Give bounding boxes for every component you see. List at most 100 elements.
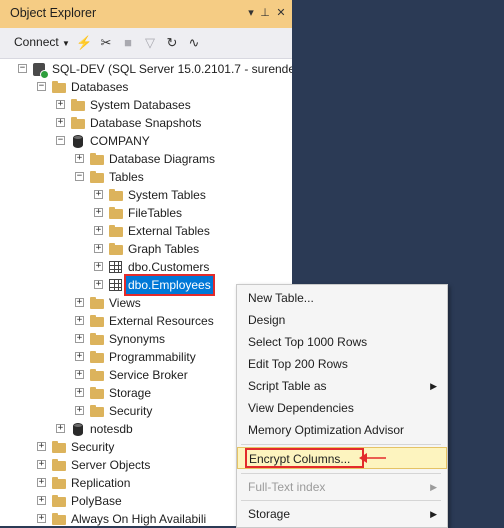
folder-icon	[89, 350, 105, 364]
menu-item-design[interactable]: Design	[237, 309, 447, 331]
expand-icon[interactable]: +	[37, 496, 46, 505]
folder-icon	[89, 152, 105, 166]
expand-icon[interactable]: +	[75, 334, 84, 343]
stop-icon[interactable]: ■	[120, 34, 136, 52]
collapse-icon[interactable]: −	[18, 64, 27, 73]
close-icon[interactable]: ✕	[274, 6, 288, 19]
menu-item-label: View Dependencies	[248, 401, 354, 415]
tree-node-label: External Resources	[109, 314, 214, 328]
tree-node-label: Database Snapshots	[90, 116, 202, 130]
menu-item-edit-top[interactable]: Edit Top 200 Rows	[237, 353, 447, 375]
tree-node-label: Views	[109, 296, 141, 310]
expand-icon[interactable]: +	[94, 244, 103, 253]
submenu-arrow-icon: ▶	[430, 482, 437, 492]
tree-node-label: Databases	[71, 80, 129, 94]
menu-item-label: Full-Text index	[248, 480, 326, 494]
expand-icon[interactable]: +	[75, 388, 84, 397]
expand-icon[interactable]: +	[94, 262, 103, 271]
tree-node-label: FileTables	[128, 206, 183, 220]
tree-node-label: Security	[109, 404, 153, 418]
database-icon	[70, 134, 86, 148]
tree-node-label: Storage	[109, 386, 152, 400]
context-menu: New Table... Design Select Top 1000 Rows…	[236, 284, 448, 528]
expand-icon[interactable]: +	[75, 316, 84, 325]
tree-node-label: Server Objects	[71, 458, 151, 472]
collapse-icon[interactable]: −	[56, 136, 65, 145]
menu-separator	[241, 473, 441, 474]
folder-icon	[51, 476, 67, 490]
expand-icon[interactable]: +	[75, 298, 84, 307]
menu-item-label: Design	[248, 313, 286, 327]
object-explorer-titlebar: Object Explorer ▾ ⊥ ✕	[0, 0, 292, 28]
menu-item-new-table[interactable]: New Table...	[237, 287, 447, 309]
expand-icon[interactable]: +	[75, 406, 84, 415]
annotation-arrow-icon	[359, 453, 386, 463]
expand-icon[interactable]: +	[37, 514, 46, 523]
expand-icon[interactable]: +	[37, 442, 46, 451]
menu-item-memory-optimization[interactable]: Memory Optimization Advisor	[237, 419, 447, 441]
expand-icon[interactable]: +	[75, 370, 84, 379]
expand-icon[interactable]: +	[37, 478, 46, 487]
menu-item-label: Script Table as	[248, 379, 327, 393]
pin-icon[interactable]: ⊥	[258, 6, 272, 19]
collapse-icon[interactable]: −	[37, 82, 46, 91]
expand-icon[interactable]: +	[75, 154, 84, 163]
menu-item-label: Encrypt Columns...	[249, 452, 351, 466]
folder-icon	[51, 458, 67, 472]
expand-icon[interactable]: +	[94, 208, 103, 217]
chevron-down-icon: ▼	[62, 39, 70, 48]
expand-icon[interactable]: +	[56, 100, 65, 109]
folder-icon	[89, 386, 105, 400]
folder-icon	[89, 332, 105, 346]
menu-item-full-text-index[interactable]: Full-Text index ▶	[237, 476, 447, 498]
window-position-dropdown-icon[interactable]: ▾	[244, 6, 258, 19]
menu-item-storage[interactable]: Storage ▶	[237, 503, 447, 525]
folder-icon	[108, 206, 124, 220]
database-icon	[70, 422, 86, 436]
expand-icon[interactable]: +	[56, 118, 65, 127]
refresh-icon[interactable]: ↻	[164, 34, 180, 52]
expand-icon[interactable]: +	[94, 280, 103, 289]
tree-node-label: System Tables	[128, 188, 206, 202]
expand-icon[interactable]: +	[94, 226, 103, 235]
menu-item-label: Select Top 1000 Rows	[248, 335, 368, 349]
menu-item-view-dependencies[interactable]: View Dependencies	[237, 397, 447, 419]
folder-icon	[89, 314, 105, 328]
disconnect-icon[interactable]: ✂	[98, 34, 114, 52]
expand-icon[interactable]: +	[94, 190, 103, 199]
expand-icon[interactable]: +	[56, 424, 65, 433]
expand-icon[interactable]: +	[75, 352, 84, 361]
expand-icon[interactable]: +	[37, 460, 46, 469]
folder-icon	[51, 80, 67, 94]
menu-item-encrypt-columns[interactable]: Encrypt Columns...	[237, 447, 447, 469]
tree-node-label: External Tables	[128, 224, 210, 238]
table-icon	[108, 260, 124, 274]
menu-item-label: Memory Optimization Advisor	[248, 423, 405, 437]
tree-node-label: Programmability	[109, 350, 196, 364]
table-icon	[108, 278, 124, 292]
folder-icon	[51, 494, 67, 508]
selected-node-label: dbo.Employees	[124, 274, 215, 296]
tree-node-label: dbo.Customers	[128, 260, 210, 274]
activity-monitor-icon[interactable]: ∿	[186, 34, 202, 52]
tree-node-label: COMPANY	[90, 134, 150, 148]
connect-icon[interactable]: ⚡	[76, 34, 92, 52]
menu-item-script-table-as[interactable]: Script Table as ▶	[237, 375, 447, 397]
menu-item-label: Storage	[248, 507, 291, 521]
connect-button[interactable]: Connect ▼	[14, 35, 70, 51]
filter-icon[interactable]: ▽	[142, 34, 158, 52]
folder-icon	[108, 188, 124, 202]
tree-node-label: Graph Tables	[128, 242, 200, 256]
folder-icon	[51, 512, 67, 526]
folder-icon	[89, 368, 105, 382]
menu-separator	[241, 500, 441, 501]
tree-node-label: SQL-DEV (SQL Server 15.0.2101.7 - surend…	[52, 62, 292, 76]
collapse-icon[interactable]: −	[75, 172, 84, 181]
menu-separator	[241, 444, 441, 445]
menu-item-label: Edit Top 200 Rows	[248, 357, 348, 371]
tree-node-label: Database Diagrams	[109, 152, 216, 166]
menu-item-select-top[interactable]: Select Top 1000 Rows	[237, 331, 447, 353]
folder-icon	[108, 224, 124, 238]
folder-icon	[51, 440, 67, 454]
folder-icon	[89, 296, 105, 310]
